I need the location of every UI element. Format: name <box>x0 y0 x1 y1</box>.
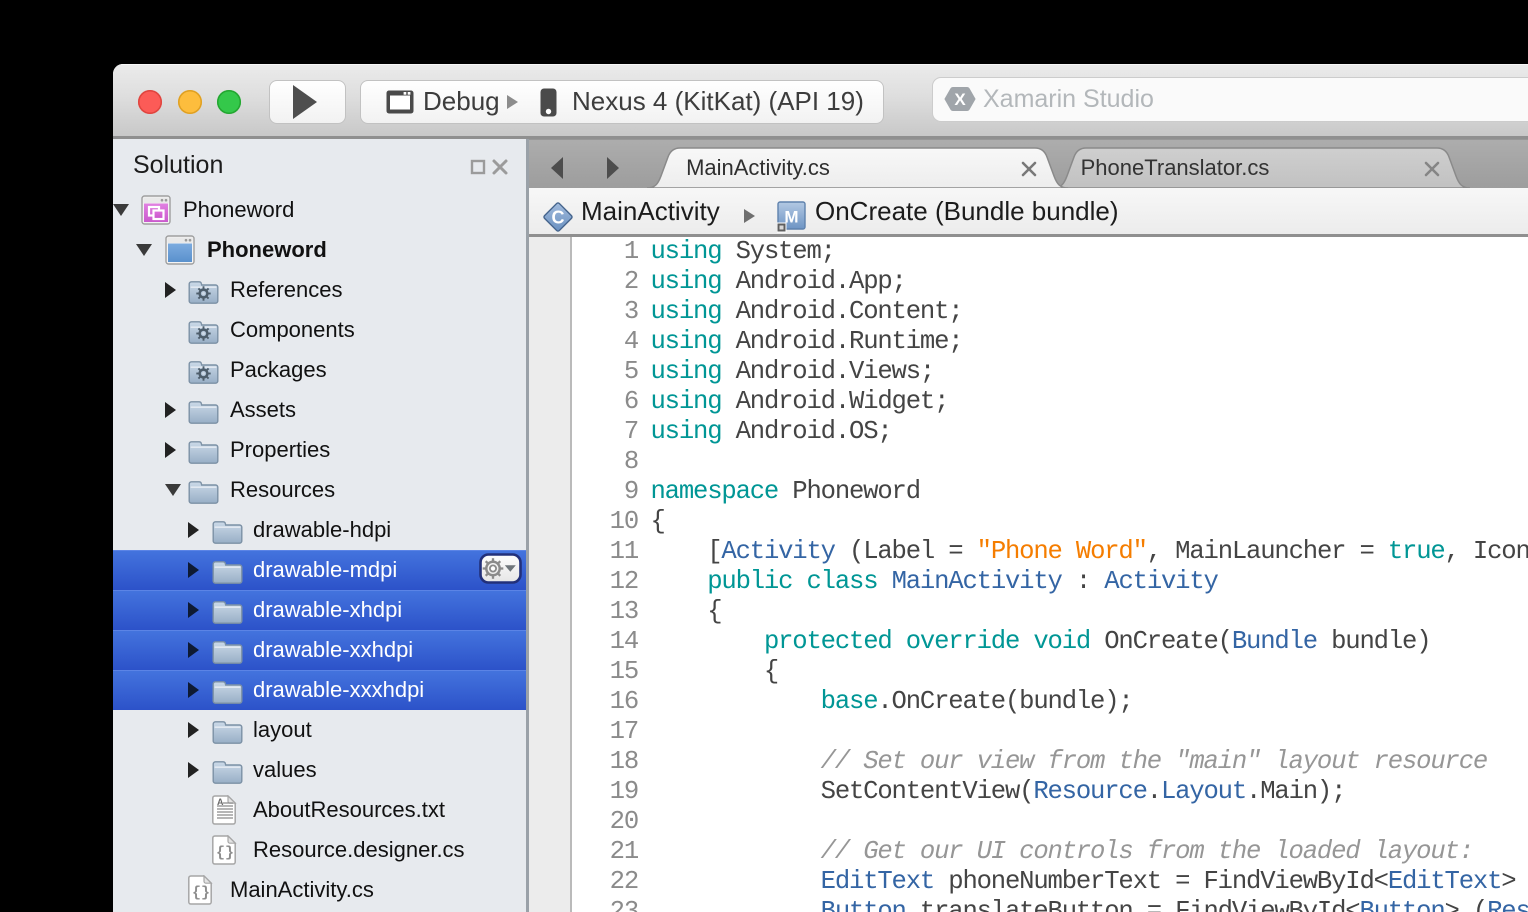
svg-text:{}: {} <box>192 885 210 902</box>
svg-text:{}: {} <box>216 845 234 862</box>
svg-text:X: X <box>954 90 966 109</box>
svg-text:C: C <box>552 207 565 227</box>
svg-text:A: A <box>217 797 224 807</box>
svg-text:M: M <box>784 208 798 227</box>
